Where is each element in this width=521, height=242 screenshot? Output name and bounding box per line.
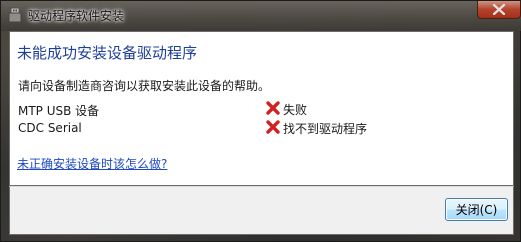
content-panel: 未能成功安装设备驱动程序 请向设备制造商咨询以获取安装此设备的帮助。 MTP U… (9, 31, 514, 186)
device-status-label: 失败 (283, 103, 308, 117)
dialog-footer: 关闭(C) (9, 186, 514, 235)
driver-install-dialog: 驱动程序软件安装 未能成功安装设备驱动程序 请向设备制造商咨询以获取安装此设备的… (0, 0, 521, 242)
main-heading: 未能成功安装设备驱动程序 (17, 44, 198, 62)
title-bar[interactable]: 驱动程序软件安装 (1, 1, 521, 31)
usb-device-icon (8, 7, 22, 23)
window-title: 驱动程序软件安装 (28, 9, 125, 23)
close-x-icon (492, 0, 506, 19)
help-link[interactable]: 未正确安装设备时该怎么做? (17, 155, 167, 172)
device-status: 失败 (265, 100, 307, 119)
close-button[interactable]: 关闭(C) (445, 198, 508, 221)
error-x-icon (265, 119, 283, 138)
device-status-label: 找不到驱动程序 (283, 122, 368, 136)
instruction-text: 请向设备制造商咨询以获取安装此设备的帮助。 (18, 79, 271, 93)
device-name: MTP USB 设备 (18, 104, 100, 118)
error-x-icon (265, 100, 283, 119)
device-name: CDC Serial (18, 121, 82, 135)
window-close-button[interactable] (477, 1, 521, 19)
device-status: 找不到驱动程序 (265, 119, 367, 138)
